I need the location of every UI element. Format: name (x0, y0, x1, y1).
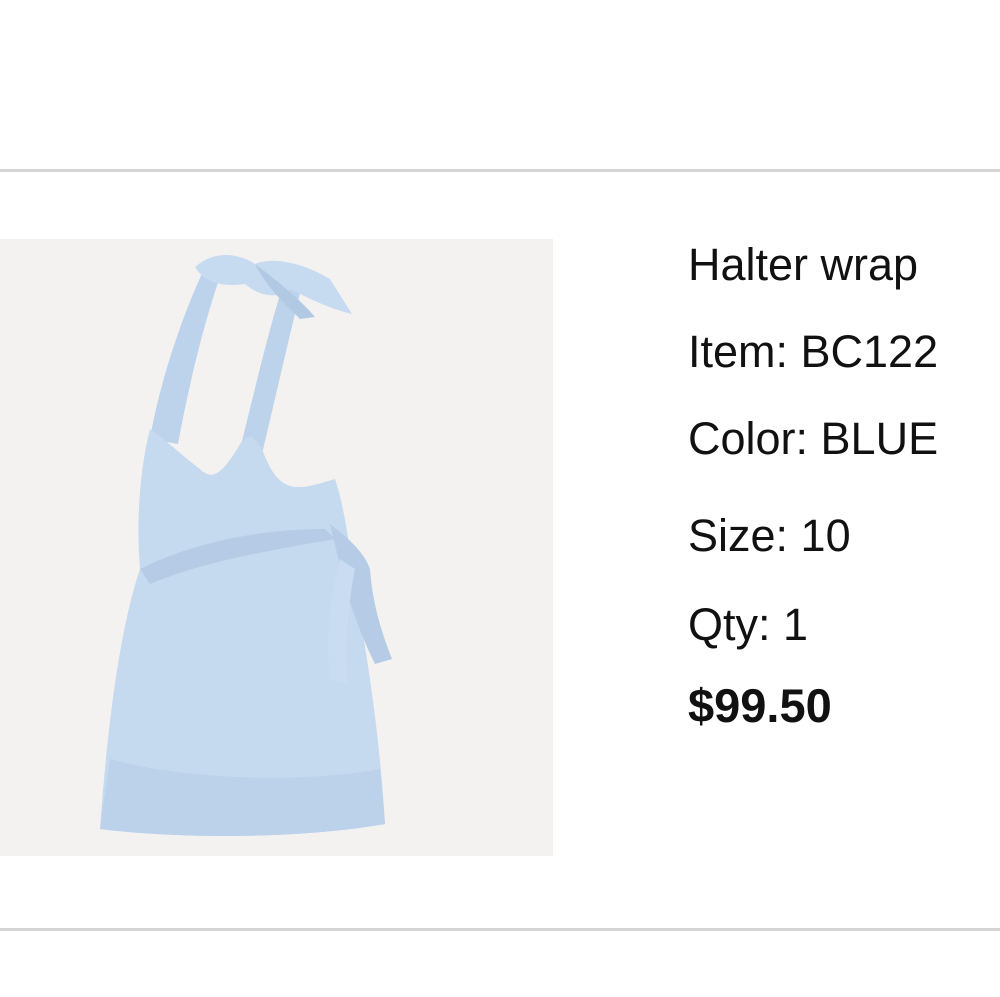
product-name[interactable]: Halter wrap (688, 242, 1000, 287)
product-quantity: Qty: 1 (688, 599, 809, 650)
top-divider (0, 169, 1000, 172)
product-price: $99.50 (688, 679, 832, 728)
halter-top-illustration (0, 239, 553, 856)
product-color: Color: BLUE (688, 413, 939, 464)
product-size: Size: 10 (688, 510, 851, 561)
order-item-page: Halter wrap Item: BC122 Color: BLUE Size… (0, 0, 1000, 997)
product-item-number: Item: BC122 (688, 326, 939, 377)
product-image[interactable] (0, 239, 553, 856)
header-area (0, 0, 1000, 170)
footer-area (0, 931, 1000, 997)
product-details: Halter wrap Item: BC122 Color: BLUE Size… (688, 236, 1000, 728)
